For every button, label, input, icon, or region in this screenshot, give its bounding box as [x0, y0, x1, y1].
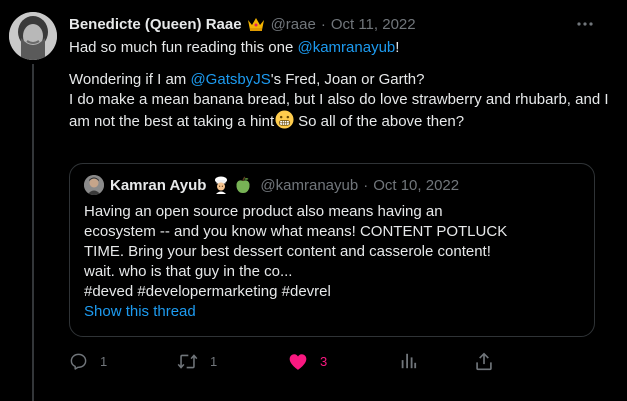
author-name[interactable]: Benedicte (Queen) Raae: [69, 16, 242, 33]
green-apple-icon: [234, 176, 252, 194]
thread-connector-line: [32, 64, 34, 401]
show-thread-link[interactable]: Show this thread: [84, 303, 196, 320]
tweet-text-segment: !: [395, 39, 400, 56]
reply-button[interactable]: 1: [69, 348, 107, 374]
tweet-text-segment: Had so much fun reading this one: [69, 39, 298, 56]
quoted-author-name: Kamran Ayub: [110, 176, 207, 194]
views-chart-icon: [401, 353, 417, 369]
quoted-text-line: wait. who is that guy in the co...: [84, 263, 293, 280]
tweet-actions-bar: 1 1 3: [69, 348, 509, 374]
tweet-body: Had so much fun reading this one @kamran…: [69, 38, 609, 135]
separator-dot: ·: [363, 176, 369, 194]
quoted-author-avatar-photo: [84, 175, 104, 195]
mention-link[interactable]: @GatsbyJS: [190, 71, 270, 88]
retweet-icon: [177, 353, 198, 369]
tweet-text-segment: Wondering if I am: [69, 71, 191, 88]
cook-icon: [212, 176, 230, 194]
heart-icon: [289, 353, 307, 370]
grimacing-face-icon: [275, 110, 294, 135]
quoted-text-line: TIME. Bring your best dessert content an…: [84, 243, 491, 260]
author-avatar[interactable]: [9, 12, 57, 60]
author-avatar-photo: [9, 12, 57, 60]
tweet-paragraph-2: Wondering if I am @GatsbyJS's Fred, Joan…: [69, 70, 609, 135]
like-count: 3: [320, 353, 328, 369]
more-horizontal-icon: [577, 22, 593, 26]
quoted-text-line: ecosystem -- and you know what means! CO…: [84, 223, 508, 240]
retweet-count: 1: [210, 353, 218, 369]
quoted-hashtags: #deved #developermarketing #devrel: [84, 283, 331, 300]
tweet-paragraph-1: Had so much fun reading this one @kamran…: [69, 38, 609, 58]
views-button[interactable]: [399, 348, 429, 374]
reply-count: 1: [100, 353, 108, 369]
reply-icon: [70, 353, 87, 370]
like-button[interactable]: 3: [288, 348, 327, 374]
tweet-text-segment: So all of the above then?: [298, 113, 465, 130]
mention-link[interactable]: @kamranayub: [297, 39, 395, 56]
tweet-card[interactable]: Benedicte (Queen) Raae @raae · Oct 11, 2…: [0, 0, 627, 401]
quoted-tweet-body: Having an open source product also means…: [84, 202, 580, 302]
tweet-header: Benedicte (Queen) Raae @raae · Oct 11, 2…: [69, 13, 416, 35]
quoted-tweet-date: Oct 10, 2022: [373, 176, 460, 194]
quoted-tweet[interactable]: Kamran Ayub @kamranayub · Oct 10, 2022 H…: [69, 163, 595, 337]
quoted-author-handle: @kamranayub: [260, 176, 359, 194]
quoted-text-line: Having an open source product also means…: [84, 203, 443, 220]
quoted-author-avatar: [84, 175, 104, 195]
tweet-text-segment: 's Fred, Joan or Garth?: [270, 71, 425, 88]
share-button[interactable]: [475, 348, 505, 374]
more-options-button[interactable]: [574, 13, 596, 35]
retweet-button[interactable]: 1: [177, 348, 217, 374]
share-icon: [476, 352, 492, 370]
crown-icon: [247, 16, 265, 32]
quoted-tweet-header: Kamran Ayub @kamranayub · Oct 10, 2022: [84, 174, 459, 196]
separator-dot: ·: [320, 15, 326, 33]
author-handle[interactable]: @raae: [271, 16, 316, 33]
tweet-date[interactable]: Oct 11, 2022: [331, 16, 416, 33]
